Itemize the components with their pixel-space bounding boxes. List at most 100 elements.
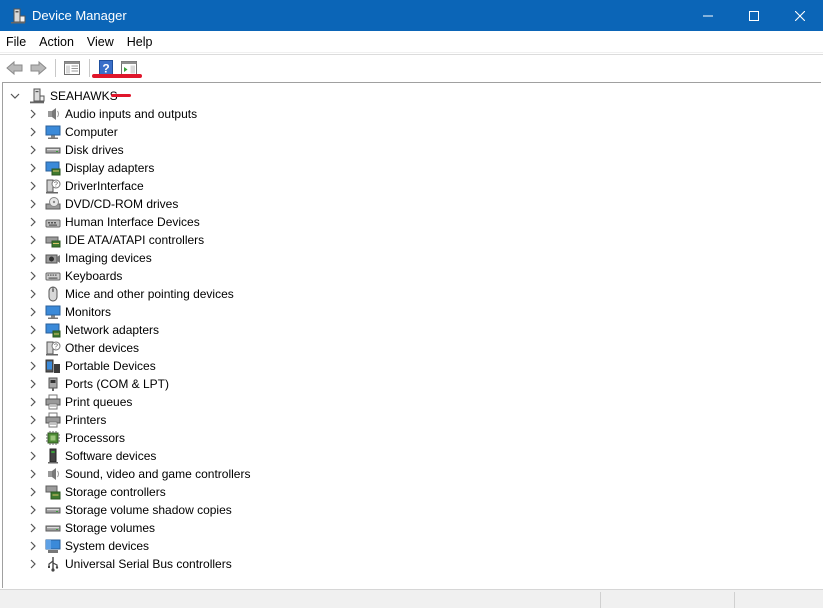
chevron-right-icon[interactable]: [27, 378, 39, 390]
chevron-right-icon[interactable]: [27, 306, 39, 318]
port-icon: [48, 377, 58, 391]
speaker-icon: [48, 468, 59, 480]
chevron-right-icon[interactable]: [27, 288, 39, 300]
chevron-right-icon[interactable]: [27, 126, 39, 138]
printer-icon: [45, 394, 61, 410]
chevron-right-icon[interactable]: [27, 270, 39, 282]
tree-category-disk-drives[interactable]: Disk drives: [27, 141, 250, 159]
tree-category-computer[interactable]: Computer: [27, 123, 250, 141]
close-button[interactable]: [777, 0, 823, 31]
keyboard-icon: [45, 272, 61, 281]
back-button[interactable]: [4, 57, 26, 79]
status-pane: [600, 592, 601, 608]
tree-category-label: Mice and other pointing devices: [65, 287, 234, 301]
chevron-right-icon[interactable]: [27, 162, 39, 174]
tree-category-label: Disk drives: [65, 143, 124, 157]
tree-category-human-interface-devices[interactable]: Human Interface Devices: [27, 213, 250, 231]
chevron-right-icon[interactable]: [27, 234, 39, 246]
chevron-right-icon[interactable]: [27, 342, 39, 354]
tree-category-label: Print queues: [65, 395, 133, 409]
chevron-right-icon[interactable]: [27, 252, 39, 264]
tree-category-mice-and-other-pointing-devices[interactable]: Mice and other pointing devices: [27, 285, 250, 303]
tree-category-label: Storage volumes: [65, 521, 156, 535]
tree-category-sound-video-and-game-controllers[interactable]: Sound, video and game controllers: [27, 465, 250, 483]
tree-category-print-queues[interactable]: Print queues: [27, 393, 250, 411]
tree-category-ide-ata-atapi-controllers[interactable]: IDE ATA/ATAPI controllers: [27, 231, 250, 249]
processor-icon: [46, 431, 60, 445]
tree-category-driverinterface[interactable]: ? DriverInterface: [27, 177, 250, 195]
camera-icon: [45, 254, 60, 264]
show-hide-console-tree-icon: [64, 60, 80, 75]
tree-category-printers[interactable]: Printers: [27, 411, 250, 429]
toolbar-separator: [89, 58, 90, 77]
tree-category-dvd-cd-rom-drives[interactable]: DVD/CD-ROM drives: [27, 195, 250, 213]
tree-category-monitors[interactable]: Monitors: [27, 303, 250, 321]
minimize-icon: [703, 15, 713, 16]
chevron-right-icon[interactable]: [27, 180, 39, 192]
chevron-down-icon[interactable]: [9, 90, 21, 102]
tree-category-display-adapters[interactable]: Display adapters: [27, 159, 250, 177]
tree-category-label: Computer: [65, 125, 118, 139]
maximize-button[interactable]: [731, 0, 777, 31]
menu-action[interactable]: Action: [33, 31, 81, 53]
tree-category-storage-volumes[interactable]: Storage volumes: [27, 519, 250, 537]
tree-category-imaging-devices[interactable]: Imaging devices: [27, 249, 250, 267]
tree-root-seahawks[interactable]: SEAHAWKS: [9, 87, 118, 105]
device-tree[interactable]: SEAHAWKS Audio inputs and outputs Compute…: [2, 82, 821, 588]
forward-button[interactable]: [27, 57, 49, 79]
tree-category-label: Ports (COM & LPT): [65, 377, 170, 391]
tree-category-label: System devices: [65, 539, 150, 553]
storage-controller-icon: [45, 485, 61, 500]
tree-category-network-adapters[interactable]: Network adapters: [27, 321, 250, 339]
chevron-right-icon[interactable]: [27, 504, 39, 516]
chevron-right-icon[interactable]: [27, 324, 39, 336]
menu-file[interactable]: File: [0, 31, 33, 53]
tree-category-audio-inputs-and-outputs[interactable]: Audio inputs and outputs: [27, 105, 250, 123]
tree-category-label: Processors: [65, 431, 126, 445]
tree-category-label: Portable Devices: [65, 359, 156, 373]
tree-category-label: Other devices: [65, 341, 140, 355]
tree-category-processors[interactable]: Processors: [27, 429, 250, 447]
mouse-icon: [48, 286, 58, 302]
chevron-right-icon[interactable]: [27, 414, 39, 426]
tree-category-keyboards[interactable]: Keyboards: [27, 267, 250, 285]
chevron-right-icon[interactable]: [27, 396, 39, 408]
title-bar[interactable]: Device Manager: [0, 0, 823, 31]
tree-category-label: Monitors: [65, 305, 112, 319]
chevron-right-icon[interactable]: [27, 216, 39, 228]
tree-category-other-devices[interactable]: ? Other devices: [27, 339, 250, 357]
chevron-right-icon[interactable]: [27, 450, 39, 462]
tree-category-storage-volume-shadow-copies[interactable]: Storage volume shadow copies: [27, 501, 250, 519]
chevron-right-icon[interactable]: [27, 144, 39, 156]
chevron-right-icon[interactable]: [27, 558, 39, 570]
tree-category-label: DVD/CD-ROM drives: [65, 197, 179, 211]
menu-view[interactable]: View: [81, 31, 121, 53]
tree-category-label: DriverInterface: [65, 179, 144, 193]
tree-category-ports-com-lpt[interactable]: Ports (COM & LPT): [27, 375, 250, 393]
toolbar-separator: [55, 58, 56, 77]
chevron-right-icon[interactable]: [27, 486, 39, 498]
tree-category-software-devices[interactable]: Software devices: [27, 447, 250, 465]
chevron-right-icon[interactable]: [27, 432, 39, 444]
chevron-right-icon[interactable]: [27, 198, 39, 210]
chevron-right-icon[interactable]: [27, 108, 39, 120]
tree-category-portable-devices[interactable]: Portable Devices: [27, 357, 250, 375]
chevron-right-icon[interactable]: [27, 360, 39, 372]
usb-icon: [48, 557, 59, 572]
tree-category-system-devices[interactable]: System devices: [27, 537, 250, 555]
chevron-right-icon[interactable]: [27, 468, 39, 480]
menu-help[interactable]: Help: [121, 31, 160, 53]
minimize-button[interactable]: [685, 0, 731, 31]
tree-category-storage-controllers[interactable]: Storage controllers: [27, 483, 250, 501]
show-hide-console-tree-button[interactable]: [61, 57, 83, 79]
tree-category-label: Human Interface Devices: [65, 215, 200, 229]
tree-category-label: Printers: [65, 413, 107, 427]
disk-drive-icon: [45, 147, 61, 154]
red-underline-annotation: [92, 74, 142, 78]
tree-category-universal-serial-bus-controllers[interactable]: Universal Serial Bus controllers: [27, 555, 250, 573]
back-icon: [6, 60, 23, 75]
chevron-right-icon[interactable]: [27, 540, 39, 552]
show-action-pane-icon: [121, 60, 137, 75]
chevron-right-icon[interactable]: [27, 522, 39, 534]
window-title: Device Manager: [32, 8, 127, 23]
